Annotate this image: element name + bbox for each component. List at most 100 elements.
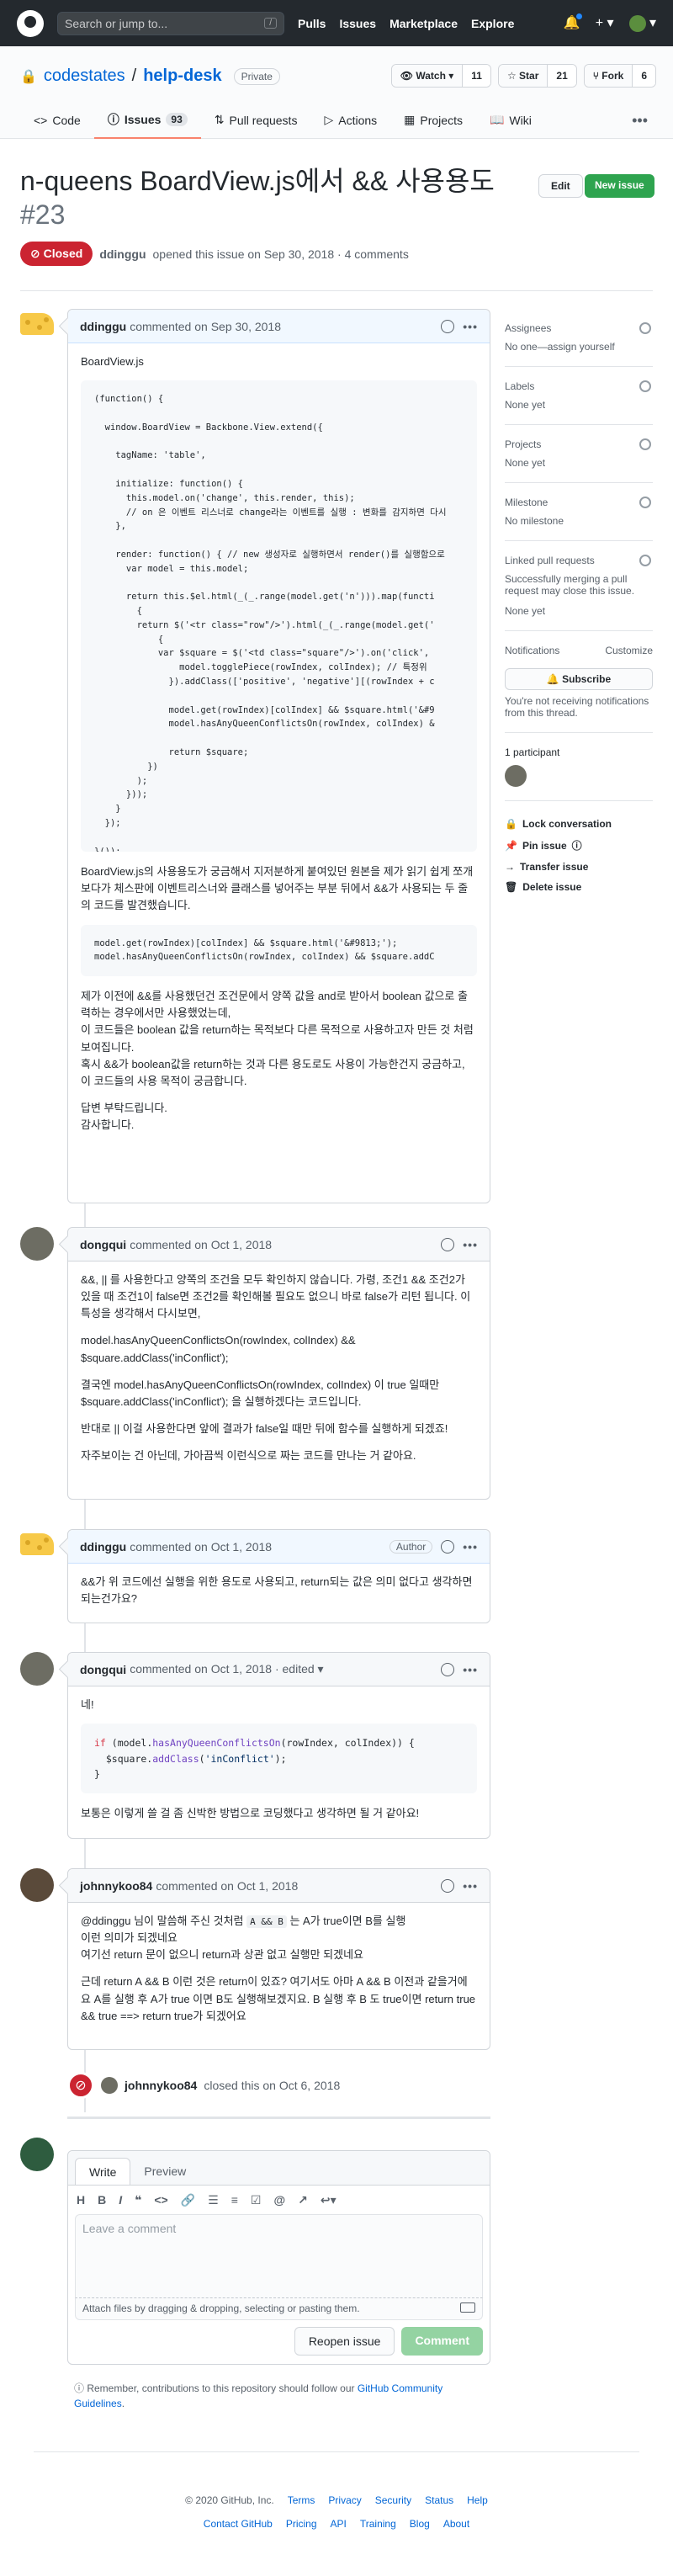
sidebar-value[interactable]: No one—assign yourself: [505, 341, 653, 353]
pin-issue-link[interactable]: 📌 Pin issue ⓘ: [505, 838, 653, 852]
italic-icon[interactable]: I: [119, 2193, 122, 2207]
comment-author[interactable]: dongqui: [80, 1663, 126, 1676]
repo-owner-link[interactable]: codestates: [44, 66, 125, 86]
add-reaction-icon[interactable]: [441, 1662, 455, 1676]
notification-bell-icon[interactable]: 🔔: [564, 13, 583, 31]
gear-icon[interactable]: [639, 497, 651, 508]
footer-link-terms[interactable]: Terms: [288, 2494, 315, 2506]
repo-name-link[interactable]: help-desk: [143, 66, 221, 86]
footer-link-pricing[interactable]: Pricing: [286, 2518, 317, 2530]
github-logo-icon[interactable]: [17, 9, 44, 37]
create-new-plus-icon[interactable]: + ▾: [596, 14, 614, 31]
quote-icon[interactable]: ❝: [135, 2193, 141, 2207]
watch-label: Watch: [416, 70, 446, 82]
watch-count[interactable]: 11: [463, 65, 490, 87]
avatar[interactable]: [20, 313, 54, 335]
tab-write[interactable]: Write: [75, 2158, 131, 2185]
tab-actions[interactable]: ▷ Actions: [310, 101, 390, 139]
kebab-menu-icon[interactable]: •••: [463, 1540, 478, 1554]
reply-icon[interactable]: ↩▾: [321, 2193, 336, 2207]
avatar[interactable]: [20, 1533, 54, 1555]
unordered-list-icon[interactable]: ☰: [208, 2193, 219, 2207]
comment-meta[interactable]: commented on Oct 1, 2018: [130, 1540, 272, 1554]
nav-marketplace[interactable]: Marketplace: [389, 17, 458, 30]
issue-author-link[interactable]: ddinggu: [99, 247, 146, 261]
ordered-list-icon[interactable]: ≡: [231, 2193, 238, 2207]
heading-icon[interactable]: H: [77, 2193, 85, 2207]
mention-icon[interactable]: @: [273, 2193, 285, 2207]
event-author[interactable]: johnnykoo84: [125, 2079, 197, 2092]
tab-pull-requests[interactable]: ⇅ Pull requests: [201, 101, 311, 139]
add-reaction-icon[interactable]: [441, 1878, 455, 1893]
comment-meta[interactable]: commented on Sep 30, 2018: [130, 320, 281, 333]
tab-preview[interactable]: Preview: [130, 2158, 199, 2185]
comment-author[interactable]: dongqui: [80, 1238, 126, 1251]
kebab-menu-icon[interactable]: •••: [463, 1663, 478, 1676]
sidebar-value: No milestone: [505, 515, 564, 527]
comment-textarea[interactable]: Leave a comment: [75, 2214, 483, 2298]
delete-issue-link[interactable]: 🗑 Delete issue: [505, 881, 653, 893]
avatar[interactable]: [20, 1652, 54, 1686]
fork-count[interactable]: 6: [633, 65, 655, 87]
markdown-icon[interactable]: [460, 2302, 475, 2313]
nav-issues[interactable]: Issues: [339, 17, 376, 30]
avatar[interactable]: [101, 2077, 118, 2094]
gear-icon[interactable]: [639, 380, 651, 392]
footer-link-training[interactable]: Training: [360, 2518, 396, 2530]
gear-icon[interactable]: [639, 322, 651, 334]
lock-conversation-link[interactable]: 🔒 Lock conversation: [505, 818, 653, 830]
tab-issues[interactable]: ⓘ Issues 93: [93, 101, 201, 139]
search-input[interactable]: Search or jump to... /: [57, 11, 284, 35]
link-icon[interactable]: 🔗: [181, 2193, 195, 2207]
code-icon[interactable]: <>: [154, 2193, 167, 2207]
footer-link-contact[interactable]: Contact GitHub: [204, 2518, 273, 2530]
add-reaction-icon[interactable]: [441, 319, 455, 333]
new-issue-button[interactable]: New issue: [585, 174, 654, 198]
footer-link-help[interactable]: Help: [467, 2494, 488, 2506]
user-menu[interactable]: ▾: [628, 14, 656, 32]
add-reaction-icon[interactable]: [441, 1237, 455, 1251]
comment-meta[interactable]: commented on Oct 1, 2018: [130, 1238, 272, 1251]
footer-link-status[interactable]: Status: [425, 2494, 453, 2506]
fork-button[interactable]: ⑂ Fork 6: [583, 64, 656, 88]
comment-meta[interactable]: commented on Oct 1, 2018: [156, 1879, 298, 1893]
kebab-menu-icon[interactable]: •••: [463, 320, 478, 333]
add-reaction-icon[interactable]: [441, 1539, 455, 1554]
tab-code[interactable]: <> Code: [20, 101, 94, 139]
footer-link-security[interactable]: Security: [375, 2494, 411, 2506]
customize-link[interactable]: Customize: [605, 645, 653, 663]
avatar[interactable]: [20, 1227, 54, 1261]
kebab-menu-icon[interactable]: •••: [463, 1879, 478, 1893]
subscribe-button[interactable]: 🔔 Subscribe: [505, 668, 653, 690]
comment-button[interactable]: Comment: [401, 2327, 483, 2356]
footer-link-api[interactable]: API: [331, 2518, 347, 2530]
star-count[interactable]: 21: [548, 65, 576, 87]
nav-pulls[interactable]: Pulls: [298, 17, 326, 30]
transfer-issue-link[interactable]: → Transfer issue: [505, 861, 653, 873]
star-button[interactable]: ☆ Star 21: [497, 64, 577, 88]
repo-separator: /: [131, 66, 137, 85]
kebab-menu-icon[interactable]: •••: [463, 1238, 478, 1251]
watch-button[interactable]: 👁 Watch ▾ 11: [390, 64, 491, 88]
reopen-issue-button[interactable]: Reopen issue: [294, 2327, 395, 2356]
comment-author[interactable]: ddinggu: [80, 1540, 126, 1554]
bold-icon[interactable]: B: [98, 2193, 106, 2207]
cross-reference-icon[interactable]: ↗: [298, 2193, 308, 2207]
edit-title-button[interactable]: Edit: [538, 174, 583, 198]
gear-icon[interactable]: [639, 555, 651, 566]
task-list-icon[interactable]: ☑: [251, 2193, 262, 2207]
avatar[interactable]: [505, 765, 527, 787]
comment-author[interactable]: johnnykoo84: [80, 1879, 152, 1893]
footer-link-about[interactable]: About: [443, 2518, 469, 2530]
gear-icon[interactable]: [639, 438, 651, 450]
footer-link-privacy[interactable]: Privacy: [328, 2494, 361, 2506]
tab-projects[interactable]: ▦ Projects: [390, 101, 476, 139]
attach-files-area[interactable]: Attach files by dragging & dropping, sel…: [75, 2298, 483, 2320]
kebab-menu-icon[interactable]: •••: [632, 112, 648, 130]
comment-meta[interactable]: commented on Oct 1, 2018 · edited ▾: [130, 1662, 323, 1676]
footer-link-blog[interactable]: Blog: [410, 2518, 430, 2530]
comment-author[interactable]: ddinggu: [80, 320, 126, 333]
nav-explore[interactable]: Explore: [471, 17, 514, 30]
tab-wiki[interactable]: 📖 Wiki: [476, 101, 545, 139]
avatar[interactable]: [20, 1868, 54, 1902]
